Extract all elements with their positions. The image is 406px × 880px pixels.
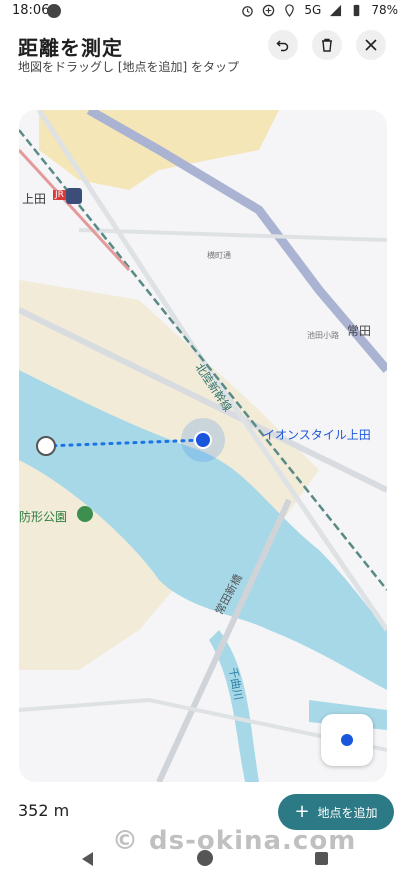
back-icon[interactable] (82, 852, 93, 866)
undo-button[interactable] (268, 30, 298, 60)
network-label: 5G (304, 3, 322, 17)
system-nav-bar (0, 840, 406, 880)
my-location-button[interactable] (321, 714, 373, 766)
add-point-label: 地点を追加 (317, 805, 378, 820)
status-icons: 5G 78% (241, 3, 398, 17)
add-point-button[interactable]: + 地点を追加 (278, 794, 394, 830)
trash-icon (322, 38, 332, 52)
recents-icon[interactable] (315, 852, 328, 865)
jr-badge: JR (53, 190, 66, 200)
page-title: 距離を測定 (18, 36, 123, 60)
plus-icon: + (294, 801, 310, 822)
map-canvas (19, 110, 387, 782)
station-label: 上田 (22, 192, 47, 206)
signal-icon (330, 4, 342, 16)
distance-readout: 352 m (18, 801, 70, 820)
delete-button[interactable] (312, 30, 342, 60)
undo-icon (276, 40, 289, 52)
header: 距離を測定 地図をドラッグし [地点を追加] をタップ (0, 24, 406, 104)
battery-level: 78% (371, 3, 398, 17)
district-label: 常田 (347, 324, 372, 338)
park-label: 防形公園 (19, 510, 68, 524)
station-icon (66, 188, 82, 204)
store-label: イオンスタイル上田 (263, 428, 371, 442)
start-point-marker[interactable] (36, 436, 56, 456)
my-location-icon (341, 734, 353, 746)
notification-icon (47, 4, 61, 18)
page-subtitle: 地図をドラッグし [地点を追加] をタップ (18, 60, 239, 74)
close-button[interactable] (356, 30, 386, 60)
data-saver-icon (263, 4, 275, 16)
home-icon[interactable] (197, 850, 213, 866)
street-label-2: 池田小路 (307, 331, 339, 340)
status-bar: 18:06 5G 78% (0, 0, 406, 24)
park-pin-icon (77, 506, 93, 522)
street-label-1: 横町通 (207, 251, 231, 260)
close-icon (365, 39, 377, 51)
battery-icon (354, 4, 360, 16)
current-point-marker[interactable] (194, 431, 212, 449)
map-view[interactable]: 上田 JR 北陸新幹線 イオンスタイル上田 常田 防形公園 常田新橋 千曲川 横… (19, 110, 387, 782)
alarm-icon (242, 5, 254, 17)
status-time: 18:06 (12, 3, 50, 18)
location-icon (285, 3, 295, 17)
